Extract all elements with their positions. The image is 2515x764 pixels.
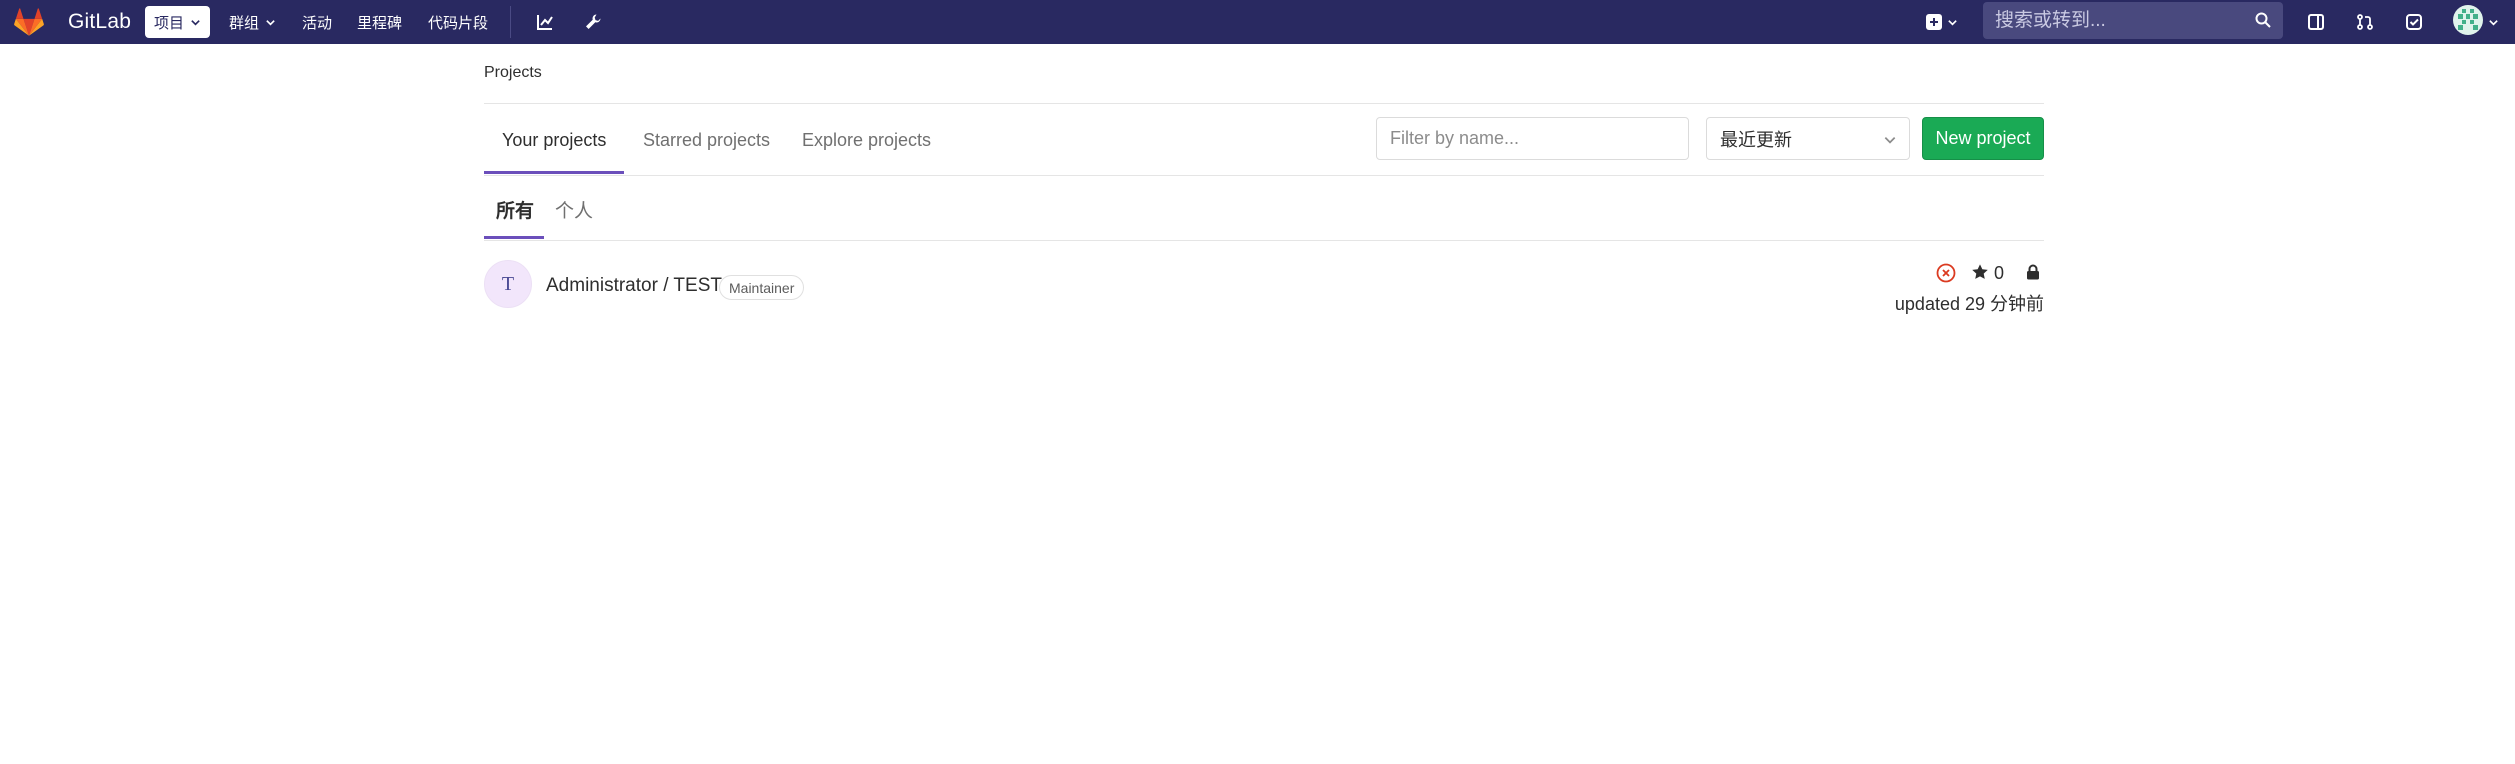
star-icon[interactable]	[1971, 263, 1989, 281]
top-navbar: GitLab 项目 群组 活动 里程碑 代码片段	[0, 0, 2515, 44]
nav-divider	[510, 6, 511, 38]
nav-groups-label: 群组	[229, 14, 260, 32]
chevron-down-icon	[266, 19, 275, 26]
subtabs-divider	[484, 240, 2044, 241]
breadcrumb[interactable]: Projects	[484, 64, 542, 82]
role-badge: Maintainer	[719, 275, 805, 300]
nav-groups-dropdown[interactable]: 群组	[220, 6, 285, 38]
global-search[interactable]	[1983, 2, 2283, 39]
tab-your-projects[interactable]: Your projects	[502, 130, 606, 151]
chevron-down-icon	[1948, 19, 1957, 26]
gitlab-logo-icon	[14, 8, 44, 36]
project-avatar[interactable]: T	[484, 260, 532, 308]
chevron-down-icon	[1884, 137, 1896, 144]
new-dropdown[interactable]	[1922, 9, 1962, 35]
sort-dropdown[interactable]: 最近更新	[1706, 117, 1910, 160]
nav-projects-label: 项目	[154, 14, 185, 32]
sidebar-panel-icon	[2308, 14, 2324, 30]
brand-link[interactable]: GitLab	[13, 0, 131, 44]
tabs-divider	[484, 175, 2044, 176]
user-avatar[interactable]	[2453, 5, 2483, 35]
breadcrumb-divider	[484, 103, 2044, 104]
nav-milestones[interactable]: 里程碑	[348, 6, 411, 38]
nav-snippets-label: 代码片段	[428, 14, 489, 32]
todos-link[interactable]	[2401, 9, 2427, 35]
merge-request-icon	[2357, 14, 2373, 30]
project-namespace-link[interactable]: Administrator / TEST	[546, 275, 722, 297]
wrench-icon	[586, 14, 601, 29]
updated-timestamp: updated 29 分钟前	[1894, 294, 2044, 314]
nav-activity[interactable]: 活动	[293, 6, 341, 38]
active-tab-indicator	[484, 171, 624, 174]
plus-square-icon	[1926, 14, 1942, 30]
lock-icon	[2027, 264, 2039, 280]
nav-projects-dropdown[interactable]: 项目	[145, 6, 211, 38]
chevron-down-icon	[191, 19, 200, 26]
chevron-down-icon	[2488, 19, 2498, 26]
issues-link[interactable]	[2303, 9, 2329, 35]
new-project-button[interactable]: New project	[1922, 117, 2044, 160]
analytics-link[interactable]	[532, 9, 558, 35]
filter-by-name-input[interactable]	[1376, 117, 1689, 160]
subtab-personal[interactable]: 个人	[555, 196, 593, 223]
nav-snippets[interactable]: 代码片段	[419, 6, 497, 38]
search-input[interactable]	[1995, 9, 2245, 32]
sort-selected-label: 最近更新	[1720, 129, 1792, 150]
nav-activity-label: 活动	[302, 14, 333, 32]
subtab-all[interactable]: 所有	[496, 196, 534, 223]
search-icon	[2255, 12, 2271, 28]
tab-starred-projects[interactable]: Starred projects	[643, 130, 770, 151]
chart-icon	[537, 15, 553, 30]
nav-milestones-label: 里程碑	[357, 14, 403, 32]
brand-name: GitLab	[68, 10, 132, 33]
todo-check-icon	[2406, 14, 2422, 30]
merge-requests-link[interactable]	[2352, 9, 2378, 35]
active-subtab-indicator	[484, 236, 544, 239]
identicon-icon	[2458, 9, 2478, 30]
tab-explore-projects[interactable]: Explore projects	[802, 130, 931, 151]
star-count[interactable]: 0	[1994, 263, 2004, 284]
pipeline-failed-icon[interactable]	[1936, 263, 1956, 283]
admin-area-link[interactable]	[580, 9, 606, 35]
user-menu-toggle[interactable]	[2485, 9, 2501, 35]
